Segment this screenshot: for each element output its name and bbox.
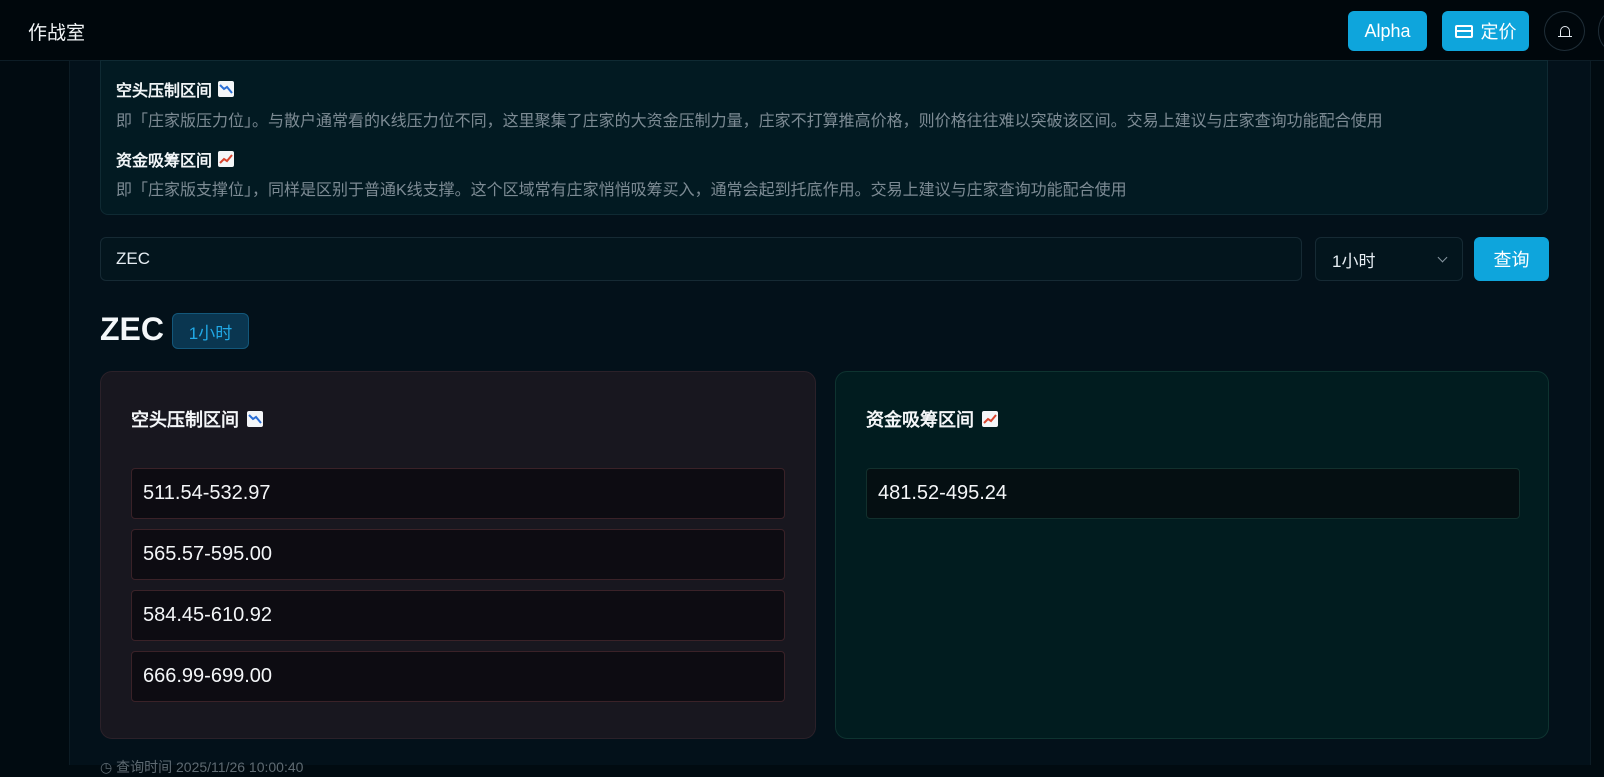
chart-increasing-icon bbox=[218, 151, 235, 167]
clock-icon: ◷ bbox=[100, 759, 117, 775]
alpha-button[interactable]: Alpha bbox=[1348, 11, 1427, 51]
result-symbol: ZEC bbox=[100, 311, 164, 347]
interval-select[interactable]: 1小时 bbox=[1315, 237, 1463, 281]
bear-range-row: 565.57-595.00 bbox=[131, 529, 785, 580]
interval-select-value: 1小时 bbox=[1332, 251, 1376, 271]
fund-panel-title-label: 资金吸筹区间 bbox=[866, 410, 974, 430]
query-time-text: 查询时间 2025/11/26 10:00:40 bbox=[116, 759, 304, 775]
query-button[interactable]: 查询 bbox=[1474, 237, 1549, 281]
bear-panel-title: 空头压制区间 bbox=[131, 406, 263, 432]
chart-increasing-icon bbox=[982, 411, 998, 427]
bear-zone-panel: 空头压制区间 511.54-532.97 565.57-595.00 584.4… bbox=[100, 371, 816, 739]
bell-icon bbox=[1557, 26, 1572, 37]
chevron-down-icon bbox=[1437, 252, 1448, 262]
bear-range-row: 511.54-532.97 bbox=[131, 468, 785, 519]
fund-zone-description: 即「庄家版支撑位」，同样是区别于普通K线支撑。这个区域常有庄家悄悄吸筹买入，通常… bbox=[116, 182, 1127, 199]
symbol-search-input[interactable]: ZEC bbox=[100, 237, 1302, 281]
fund-range-row: 481.52-495.24 bbox=[866, 468, 1520, 519]
fund-zone-heading-label: 资金吸筹区间 bbox=[116, 153, 213, 170]
credit-card-icon bbox=[1454, 24, 1473, 38]
notifications-button[interactable] bbox=[1544, 11, 1585, 51]
description-box: 空头压制区间 即「庄家版压力位」。与散户通常看的K线压力位不同，这里聚集了庄家的… bbox=[100, 60, 1548, 215]
query-time-footer: ◷ 查询时间 2025/11/26 10:00:40 bbox=[100, 757, 303, 777]
user-menu-button[interactable] bbox=[1598, 11, 1604, 51]
interval-badge: 1小时 bbox=[172, 313, 249, 349]
top-bar: 作战室 Alpha 定价 bbox=[0, 0, 1604, 61]
bear-range-row: 666.99-699.00 bbox=[131, 651, 785, 702]
bear-zone-description: 即「庄家版压力位」。与散户通常看的K线压力位不同，这里聚集了庄家的大资金压制力量… bbox=[116, 113, 1383, 130]
bear-zone-heading-label: 空头压制区间 bbox=[116, 83, 213, 100]
bear-range-row: 584.45-610.92 bbox=[131, 590, 785, 641]
chart-decreasing-icon bbox=[247, 411, 263, 427]
bear-zone-heading: 空头压制区间 bbox=[116, 77, 235, 101]
chart-decreasing-icon bbox=[218, 81, 235, 97]
fund-panel-title: 资金吸筹区间 bbox=[866, 406, 998, 432]
fund-zone-panel: 资金吸筹区间 481.52-495.24 bbox=[835, 371, 1549, 739]
fund-zone-heading: 资金吸筹区间 bbox=[116, 147, 235, 171]
pricing-label: 定价 bbox=[1480, 22, 1517, 42]
bear-panel-title-label: 空头压制区间 bbox=[131, 410, 239, 430]
app-title: 作战室 bbox=[28, 23, 86, 44]
pricing-button[interactable]: 定价 bbox=[1442, 11, 1529, 51]
